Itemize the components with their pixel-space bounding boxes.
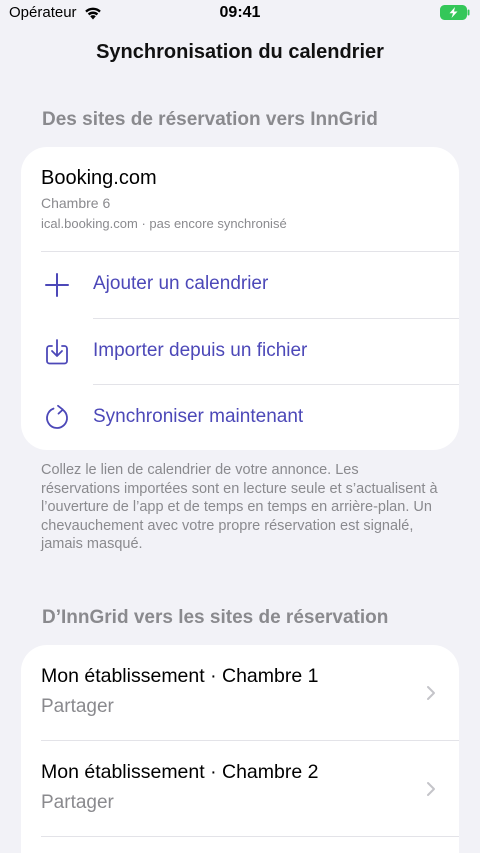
export-calendars-card: Mon établissement · Chambre 1 Partager M…	[21, 645, 459, 853]
sync-icon	[46, 404, 68, 429]
share-row-room-1[interactable]: Mon établissement · Chambre 1 Partager	[21, 645, 459, 741]
calendar-name: Booking.com	[41, 167, 157, 189]
screen: Opérateur 09:41 Synchronisation du calen…	[0, 0, 480, 853]
share-row-subtitle: Partager	[41, 792, 114, 813]
section-header-import: Des sites de réservation vers InnGrid	[42, 109, 378, 130]
add-calendar-button[interactable]: Ajouter un calendrier	[21, 252, 459, 318]
calendar-item-booking[interactable]: Booking.com Chambre 6 ical.booking.com ·…	[21, 147, 459, 251]
share-row-room-2[interactable]: Mon établissement · Chambre 2 Partager	[21, 741, 459, 837]
import-file-label: Importer depuis un fichier	[93, 340, 308, 361]
share-row-subtitle: Partager	[41, 696, 114, 717]
sync-now-label: Synchroniser maintenant	[93, 406, 304, 427]
page-title: Synchronisation du calendrier	[96, 41, 384, 63]
status-bar: Opérateur 09:41	[0, 0, 480, 28]
battery-charging-icon	[440, 5, 470, 20]
clock: 09:41	[219, 4, 261, 21]
section-header-export: D’InnGrid vers les sites de réservation	[42, 607, 389, 628]
divider	[41, 836, 459, 837]
share-row-title: Mon établissement · Chambre 2	[41, 761, 319, 783]
add-calendar-label: Ajouter un calendrier	[93, 273, 269, 294]
import-section-footer: Collez le lien de calendrier de votre an…	[41, 462, 438, 552]
calendar-room: Chambre 6	[41, 195, 111, 211]
calendar-sync-status: ical.booking.com · pas encore synchronis…	[41, 216, 287, 231]
import-file-button[interactable]: Importer depuis un fichier	[21, 319, 459, 385]
chevron-right-icon	[427, 686, 435, 700]
import-calendars-card: Booking.com Chambre 6 ical.booking.com ·…	[21, 147, 459, 450]
plus-icon	[45, 273, 69, 297]
chevron-right-icon	[427, 782, 435, 796]
import-file-icon	[46, 339, 68, 365]
sync-now-button[interactable]: Synchroniser maintenant	[21, 385, 459, 450]
share-row-title: Mon établissement · Chambre 1	[41, 665, 319, 687]
